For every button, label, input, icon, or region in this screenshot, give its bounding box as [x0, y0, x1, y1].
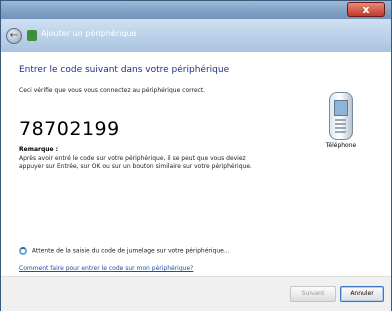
- status-line: Attente de la saisie du code de jumelage…: [19, 247, 230, 255]
- instructions-text: Ceci vérifie que vous vous connectez au …: [19, 87, 206, 94]
- help-link[interactable]: Comment faire pour entrer le code sur mo…: [19, 265, 193, 272]
- device-label: Téléphone: [325, 142, 357, 149]
- cancel-button[interactable]: Annuler: [340, 286, 384, 302]
- device-tile: Téléphone: [321, 92, 361, 149]
- back-arrow-icon: ←: [9, 30, 19, 41]
- back-button[interactable]: ←: [6, 28, 22, 44]
- content-panel: Entrer le code suivant dans votre périph…: [1, 52, 391, 276]
- phone-screen: [334, 100, 348, 116]
- status-text: Attente de la saisie du code de jumelage…: [31, 247, 230, 255]
- pairing-code: 78702199: [19, 118, 120, 140]
- dialog-window: x ← Ajouter un périphérique Entrer le co…: [0, 0, 392, 311]
- footer-bar: Suivant Annuler: [1, 276, 391, 311]
- close-icon: x: [362, 3, 370, 16]
- header-bar: ← Ajouter un périphérique: [1, 19, 391, 53]
- remark-text: Après avoir entré le code sur votre péri…: [19, 155, 252, 170]
- phone-icon: [329, 92, 353, 140]
- page-heading: Entrer le code suivant dans votre périph…: [19, 65, 230, 75]
- title-bar: x: [1, 1, 391, 19]
- remark-label: Remarque :: [19, 146, 59, 153]
- next-button[interactable]: Suivant: [290, 286, 336, 302]
- close-button[interactable]: x: [347, 2, 385, 17]
- phone-keypad: [335, 119, 346, 133]
- spinner-icon: [19, 247, 27, 255]
- header-title: Ajouter un périphérique: [41, 29, 137, 38]
- app-icon: [27, 30, 37, 41]
